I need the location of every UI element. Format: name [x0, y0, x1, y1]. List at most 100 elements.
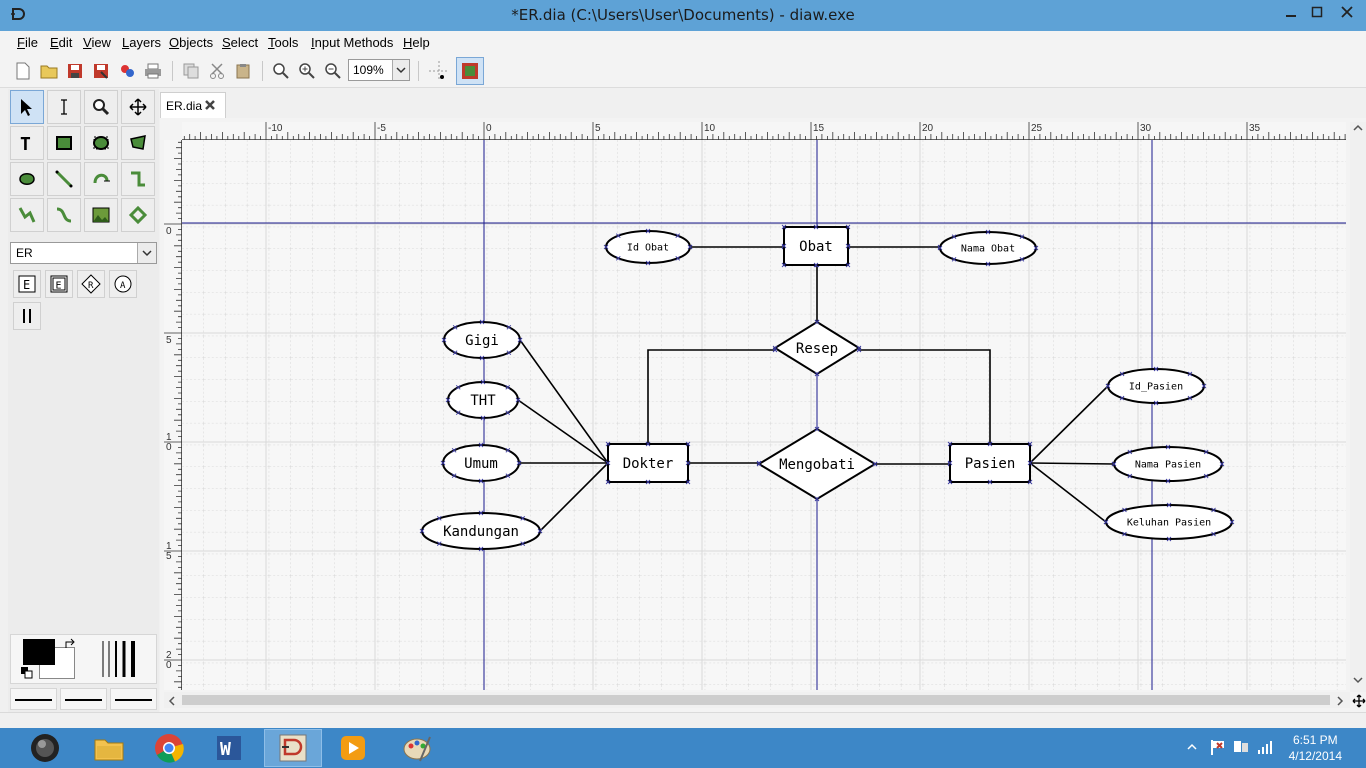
export-button[interactable]: [116, 60, 138, 82]
sheet-select[interactable]: ER: [10, 242, 157, 264]
printer-icon: [145, 63, 161, 79]
box-tool[interactable]: [47, 126, 81, 160]
horizontal-ruler-ticks: [182, 122, 1346, 140]
object-snapping-button[interactable]: [456, 57, 484, 85]
foreground-color-swatch[interactable]: [23, 639, 55, 665]
horizontal-scrollbar[interactable]: [164, 692, 1350, 708]
taskbar: W 6:51 PM 4/12/2014: [0, 728, 1366, 768]
navigate-icon[interactable]: [1352, 694, 1366, 708]
network-icon[interactable]: [1232, 738, 1250, 756]
er-entity-tool[interactable]: E: [13, 270, 41, 298]
show-hidden-icons-icon[interactable]: [1186, 742, 1198, 752]
scroll-left-icon[interactable]: [168, 696, 176, 706]
svg-text:A: A: [120, 281, 126, 291]
taskbar-media-player[interactable]: [324, 729, 382, 767]
er-attribute-tool[interactable]: A: [109, 270, 137, 298]
ellipse-icon: [93, 136, 109, 150]
zigzag-line-tool[interactable]: [121, 162, 155, 196]
polyline-tool[interactable]: [10, 198, 44, 232]
scroll-down-icon[interactable]: [1353, 676, 1363, 684]
close-window-button[interactable]: [1334, 2, 1360, 22]
menu-tools[interactable]: Tools: [268, 35, 298, 50]
copy-button[interactable]: [180, 60, 202, 82]
menu-layers[interactable]: Layers: [122, 35, 161, 50]
start-button[interactable]: [16, 729, 74, 767]
horizontal-scroll-thumb[interactable]: [182, 695, 1330, 705]
line-style-selector[interactable]: [60, 688, 107, 710]
er-connector[interactable]: [1029, 462, 1115, 465]
outline-tool[interactable]: [121, 198, 155, 232]
action-center-flag-icon[interactable]: [1208, 738, 1226, 756]
er-weak-entity-tool[interactable]: E: [45, 270, 73, 298]
save-as-button[interactable]: [90, 60, 112, 82]
beziergon-icon: [19, 173, 35, 185]
menu-input-methods[interactable]: Input Methods: [311, 35, 393, 50]
zoom-dropdown-button[interactable]: [392, 60, 409, 80]
menu-edit[interactable]: Edit: [50, 35, 72, 50]
scroll-up-icon[interactable]: [1353, 124, 1363, 132]
er-entities-pasien[interactable]: Pasien: [949, 443, 1031, 483]
attributes-label: THT: [470, 393, 496, 409]
cut-button[interactable]: [206, 60, 228, 82]
sheet-dropdown-button[interactable]: [137, 243, 156, 263]
signal-icon[interactable]: [1256, 738, 1274, 756]
taskbar-word[interactable]: W: [200, 729, 258, 767]
swap-colors-icon[interactable]: [63, 637, 77, 651]
taskbar-chrome[interactable]: [140, 729, 198, 767]
er-participation-tool[interactable]: [13, 302, 41, 330]
start-arrow-selector[interactable]: [10, 688, 57, 710]
line-width-icon[interactable]: [101, 639, 145, 679]
scroll-right-icon[interactable]: [1336, 696, 1344, 706]
image-tool[interactable]: [84, 198, 118, 232]
attributes-label: Keluhan Pasien: [1127, 518, 1211, 529]
taskbar-explorer[interactable]: [80, 729, 138, 767]
zoom-out-button[interactable]: [322, 60, 344, 82]
snap-to-grid-button[interactable]: [428, 60, 450, 82]
zoom-fit-button[interactable]: [270, 60, 292, 82]
scroll-tool[interactable]: [121, 90, 155, 124]
maximize-button[interactable]: [1304, 2, 1330, 22]
minimize-button[interactable]: [1278, 2, 1304, 22]
text-tool[interactable]: T: [10, 126, 44, 160]
object-snap-icon: [462, 63, 478, 79]
er-entities-obat[interactable]: Obat: [783, 226, 849, 266]
save-button[interactable]: [64, 60, 86, 82]
taskbar-dia[interactable]: [264, 729, 322, 767]
zoom-in-button[interactable]: [296, 60, 318, 82]
attributes-label: Umum: [464, 456, 498, 472]
menu-objects[interactable]: Objects: [169, 35, 213, 50]
tab-er-dia[interactable]: ER.dia: [160, 92, 226, 118]
arc-tool[interactable]: [84, 162, 118, 196]
svg-text:R: R: [88, 281, 94, 291]
pointer-tool[interactable]: [10, 90, 44, 124]
polygon-tool[interactable]: [121, 126, 155, 160]
er-relationship-tool[interactable]: R: [77, 270, 105, 298]
vertical-scrollbar[interactable]: [1350, 122, 1366, 692]
ruler-h-label: 5: [595, 123, 601, 134]
print-button[interactable]: [142, 60, 164, 82]
beziergon-tool[interactable]: [10, 162, 44, 196]
er-entities-dokter[interactable]: Dokter: [607, 443, 689, 483]
menu-file[interactable]: File: [17, 35, 38, 50]
ruler-h-label: 20: [922, 123, 934, 134]
new-file-button[interactable]: [12, 60, 34, 82]
system-clock[interactable]: 6:51 PM 4/12/2014: [1289, 732, 1342, 764]
menu-select[interactable]: Select: [222, 35, 258, 50]
zoom-select[interactable]: 109%: [348, 59, 410, 81]
ellipse-tool[interactable]: [84, 126, 118, 160]
open-file-button[interactable]: [38, 60, 60, 82]
magnify-tool[interactable]: [84, 90, 118, 124]
bezier-line-tool[interactable]: [47, 198, 81, 232]
end-arrow-selector[interactable]: [110, 688, 157, 710]
line-tool[interactable]: [47, 162, 81, 196]
menu-help[interactable]: Help: [403, 35, 430, 50]
paste-button[interactable]: [232, 60, 254, 82]
close-tab-icon[interactable]: [203, 98, 217, 112]
taskbar-paint[interactable]: [388, 729, 446, 767]
default-colors-icon[interactable]: [21, 667, 33, 679]
status-bar: [0, 712, 1366, 729]
menu-view[interactable]: View: [83, 35, 111, 50]
text-edit-tool[interactable]: [47, 90, 81, 124]
close-icon: [1341, 6, 1353, 18]
diagram-canvas[interactable]: Obat Dokter Pasien Resep Mengobati Id Obat Nam…: [182, 140, 1346, 690]
